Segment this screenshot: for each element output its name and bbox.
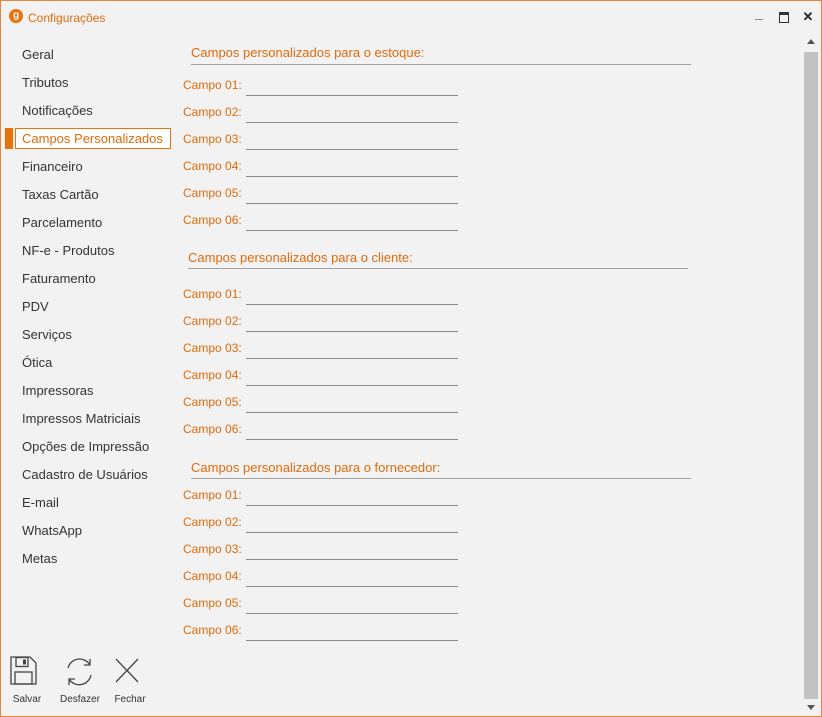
scroll-down-arrow-icon[interactable] [807, 705, 815, 710]
estoque-campo-03-input[interactable] [246, 133, 458, 150]
close-button[interactable]: Fechar [105, 655, 155, 709]
title-bar: g Configurações ✕ [1, 1, 821, 33]
active-indicator [5, 128, 13, 149]
field-label: Campo 02: [183, 105, 242, 119]
fornecedor-campo-01-input[interactable] [246, 489, 458, 506]
fornecedor-campo-02-input[interactable] [246, 516, 458, 533]
field-label: Campo 04: [183, 159, 242, 173]
sidebar-item-pdv[interactable]: PDV [22, 297, 49, 317]
save-label: Salvar [12, 694, 42, 705]
sidebar-item-taxas-cartao[interactable]: Taxas Cartão [22, 185, 99, 205]
sidebar-item-nfe-produtos[interactable]: NF-e - Produtos [22, 241, 114, 261]
cliente-campo-03-input[interactable] [246, 342, 458, 359]
fornecedor-campo-05-input[interactable] [246, 597, 458, 614]
scroll-up-arrow-icon[interactable] [807, 39, 815, 44]
field-label: Campo 06: [183, 623, 242, 637]
maximize-icon [779, 12, 789, 23]
estoque-campo-01-input[interactable] [246, 79, 458, 96]
field-label: Campo 01: [183, 488, 242, 502]
field-label: Campo 01: [183, 78, 242, 92]
close-icon: ✕ [802, 9, 814, 24]
field-label: Campo 05: [183, 596, 242, 610]
maximize-button[interactable] [776, 9, 792, 25]
sidebar-item-email[interactable]: E-mail [22, 493, 59, 513]
fornecedor-campo-06-input[interactable] [246, 624, 458, 641]
sidebar-item-opcoes-impressao[interactable]: Opções de Impressão [22, 437, 149, 457]
sidebar-item-impressoras[interactable]: Impressoras [22, 381, 94, 401]
sidebar-item-label: Campos Personalizados [22, 131, 163, 146]
field-label: Campo 01: [183, 287, 242, 301]
field-label: Campo 03: [183, 132, 242, 146]
field-label: Campo 03: [183, 542, 242, 556]
field-label: Campo 06: [183, 422, 242, 436]
estoque-campo-05-input[interactable] [246, 187, 458, 204]
field-label: Campo 02: [183, 314, 242, 328]
sidebar-item-faturamento[interactable]: Faturamento [22, 269, 96, 289]
sidebar-item-impressos-matriciais[interactable]: Impressos Matriciais [22, 409, 140, 429]
minimize-icon [755, 19, 763, 20]
save-button[interactable]: Salvar [2, 655, 52, 709]
cliente-campo-04-input[interactable] [246, 369, 458, 386]
undo-icon [67, 658, 92, 686]
vertical-scrollbar[interactable] [803, 37, 819, 714]
section-divider [188, 268, 688, 269]
cliente-campo-01-input[interactable] [246, 288, 458, 305]
field-label: Campo 03: [183, 341, 242, 355]
sidebar-item-metas[interactable]: Metas [22, 549, 57, 569]
undo-label: Desfazer [59, 694, 100, 705]
field-label: Campo 05: [183, 186, 242, 200]
cliente-campo-05-input[interactable] [246, 396, 458, 413]
field-label: Campo 06: [183, 213, 242, 227]
close-icon [115, 658, 139, 683]
estoque-campo-04-input[interactable] [246, 160, 458, 177]
section-divider [191, 64, 691, 65]
field-label: Campo 04: [183, 569, 242, 583]
scroll-thumb[interactable] [804, 52, 818, 699]
sidebar-item-otica[interactable]: Ótica [22, 353, 52, 373]
estoque-campo-02-input[interactable] [246, 106, 458, 123]
field-label: Campo 02: [183, 515, 242, 529]
section-divider [191, 478, 691, 479]
app-logo-icon: g [9, 9, 23, 23]
cliente-campo-06-input[interactable] [246, 423, 458, 440]
sidebar-item-campos-personalizados[interactable]: Campos Personalizados [5, 128, 171, 149]
undo-button[interactable]: Desfazer [55, 655, 105, 709]
sidebar-item-tributos[interactable]: Tributos [22, 73, 68, 93]
field-label: Campo 05: [183, 395, 242, 409]
sidebar-item-whatsapp[interactable]: WhatsApp [22, 521, 82, 541]
settings-window: g Configurações ✕ Geral Tributos Notific… [0, 0, 822, 717]
fornecedor-campo-04-input[interactable] [246, 570, 458, 587]
save-icon [10, 656, 37, 685]
minimize-button[interactable] [751, 9, 767, 25]
field-label: Campo 04: [183, 368, 242, 382]
section-title: Campos personalizados para o estoque: [191, 45, 425, 60]
estoque-campo-06-input[interactable] [246, 214, 458, 231]
sidebar-item-financeiro[interactable]: Financeiro [22, 157, 83, 177]
close-window-button[interactable]: ✕ [800, 9, 816, 25]
sidebar-item-notificacoes[interactable]: Notificações [22, 101, 93, 121]
sidebar-item-cadastro-usuarios[interactable]: Cadastro de Usuários [22, 465, 148, 485]
sidebar-item-geral[interactable]: Geral [22, 45, 54, 65]
section-title: Campos personalizados para o cliente: [188, 250, 413, 265]
close-label: Fechar [114, 694, 146, 705]
section-title: Campos personalizados para o fornecedor: [191, 460, 441, 475]
sidebar-item-parcelamento[interactable]: Parcelamento [22, 213, 102, 233]
fornecedor-campo-03-input[interactable] [246, 543, 458, 560]
cliente-campo-02-input[interactable] [246, 315, 458, 332]
sidebar-item-servicos[interactable]: Serviços [22, 325, 72, 345]
window-title: Configurações [28, 11, 106, 25]
